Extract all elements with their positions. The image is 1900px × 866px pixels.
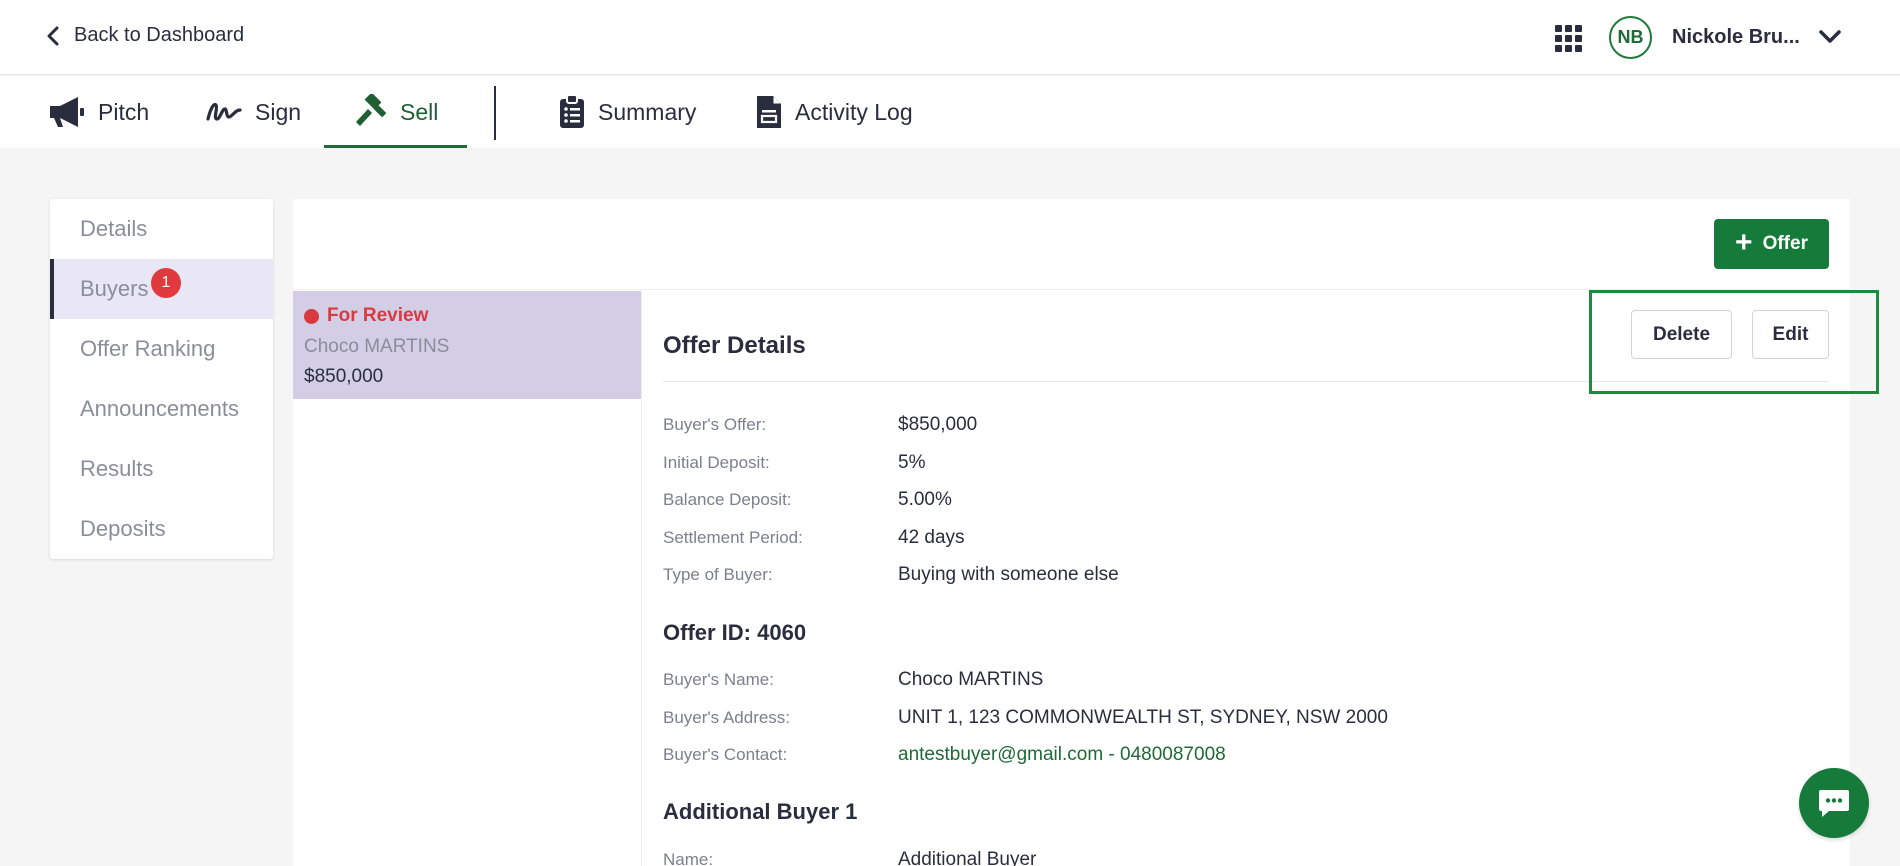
gavel-icon — [356, 94, 386, 126]
chat-bubble-icon — [1819, 790, 1849, 817]
top-bar: Back to Dashboard NB Nickole Bru... — [0, 0, 1900, 75]
buyers-offer-label: Buyer's Offer: — [663, 415, 767, 434]
type-of-buyer-label: Type of Buyer: — [663, 565, 773, 584]
edit-offer-button[interactable]: Edit — [1752, 310, 1829, 359]
sidebar-item-offer-ranking[interactable]: Offer Ranking — [50, 319, 273, 379]
status-label: For Review — [327, 305, 429, 326]
buyer-list-item[interactable]: For Review Choco MARTINS $850,000 — [293, 291, 641, 399]
tab-sign[interactable]: Sign — [205, 76, 301, 148]
type-of-buyer-value: Buying with someone else — [898, 564, 1119, 585]
apps-grid-icon[interactable] — [1555, 25, 1582, 52]
main-tab-bar: Pitch Sign Sell Summary Activity Log — [0, 76, 1900, 148]
buyer-contact-label: Buyer's Contact: — [663, 745, 788, 764]
initial-deposit-label: Initial Deposit: — [663, 453, 770, 472]
sidebar-item-announcements[interactable]: Announcements — [50, 379, 273, 439]
tab-summary[interactable]: Summary — [558, 76, 696, 148]
tab-label: Activity Log — [795, 98, 913, 125]
buyers-count-badge: 1 — [151, 268, 181, 298]
divider — [641, 291, 642, 866]
sidebar-item-details[interactable]: Details — [50, 199, 273, 259]
delete-offer-button[interactable]: Delete — [1631, 310, 1732, 359]
plus-icon: + — [1735, 225, 1753, 259]
back-label: Back to Dashboard — [74, 24, 245, 46]
clipboard-icon — [560, 94, 584, 128]
document-icon — [757, 96, 781, 128]
balance-deposit-value: 5.00% — [898, 489, 952, 510]
sidebar-item-label: Announcements — [80, 396, 239, 421]
sidebar-item-deposits[interactable]: Deposits — [50, 499, 273, 559]
buyer-address-value: UNIT 1, 123 COMMONWEALTH ST, SYDNEY, NSW… — [898, 707, 1388, 728]
buyer-card-price: $850,000 — [304, 366, 384, 387]
back-to-dashboard-link[interactable]: Back to Dashboard — [46, 24, 244, 47]
offer-id-title: Offer ID: 4060 — [663, 620, 807, 645]
add-offer-label: Offer — [1762, 233, 1808, 254]
user-name[interactable]: Nickole Bru... — [1672, 26, 1800, 49]
offer-status: For Review — [304, 305, 428, 327]
add-offer-button[interactable]: + Offer — [1714, 219, 1829, 269]
sidebar-item-label: Deposits — [80, 516, 166, 541]
tab-sell[interactable]: Sell — [324, 76, 468, 148]
divider — [293, 289, 1850, 290]
sidebar-item-results[interactable]: Results — [50, 439, 273, 499]
sidebar-item-label: Offer Ranking — [80, 336, 216, 361]
chevron-down-icon[interactable] — [1818, 27, 1842, 47]
buyer-name-label: Buyer's Name: — [663, 670, 774, 689]
chat-button[interactable] — [1799, 768, 1869, 838]
buyer-name-value: Choco MARTINS — [898, 669, 1044, 690]
sidebar-item-buyers[interactable]: Buyers 1 — [50, 259, 273, 319]
additional-buyer-title: Additional Buyer 1 — [663, 799, 858, 824]
user-avatar[interactable]: NB — [1609, 16, 1652, 59]
sidebar-item-label: Buyers — [80, 276, 149, 301]
tab-label: Pitch — [98, 98, 150, 125]
megaphone-icon — [50, 97, 84, 127]
tab-activity-log[interactable]: Activity Log — [755, 76, 913, 148]
tab-divider — [494, 86, 496, 140]
additional-buyer-name-label: Name: — [663, 850, 714, 866]
additional-buyer-name-value: Additional Buyer — [898, 849, 1037, 866]
chevron-left-icon — [47, 26, 59, 45]
settlement-period-label: Settlement Period: — [663, 528, 803, 547]
buyers-offer-value: $850,000 — [898, 414, 978, 435]
settlement-period-value: 42 days — [898, 527, 965, 548]
divider — [663, 381, 1829, 382]
buyer-address-label: Buyer's Address: — [663, 708, 791, 727]
sidebar-item-label: Details — [80, 216, 148, 241]
initial-deposit-value: 5% — [898, 452, 926, 473]
status-dot-icon — [304, 308, 319, 324]
sidebar-item-label: Results — [80, 456, 154, 481]
tab-label: Sign — [255, 98, 302, 125]
buyer-card-name: Choco MARTINS — [304, 336, 450, 357]
buyer-contact-link[interactable]: antestbuyer@gmail.com - 0480087008 — [898, 744, 1226, 766]
tab-pitch[interactable]: Pitch — [48, 76, 149, 148]
offer-details-title: Offer Details — [663, 332, 806, 359]
buyers-panel: + Offer For Review Choco MARTINS $850,00… — [293, 199, 1879, 866]
tab-label: Sell — [400, 98, 439, 125]
tab-label: Summary — [598, 98, 697, 125]
signature-icon — [206, 102, 242, 121]
balance-deposit-label: Balance Deposit: — [663, 490, 792, 509]
sell-side-menu: Details Buyers 1 Offer Ranking Announcem… — [50, 199, 273, 559]
active-tab-underline — [324, 145, 468, 148]
